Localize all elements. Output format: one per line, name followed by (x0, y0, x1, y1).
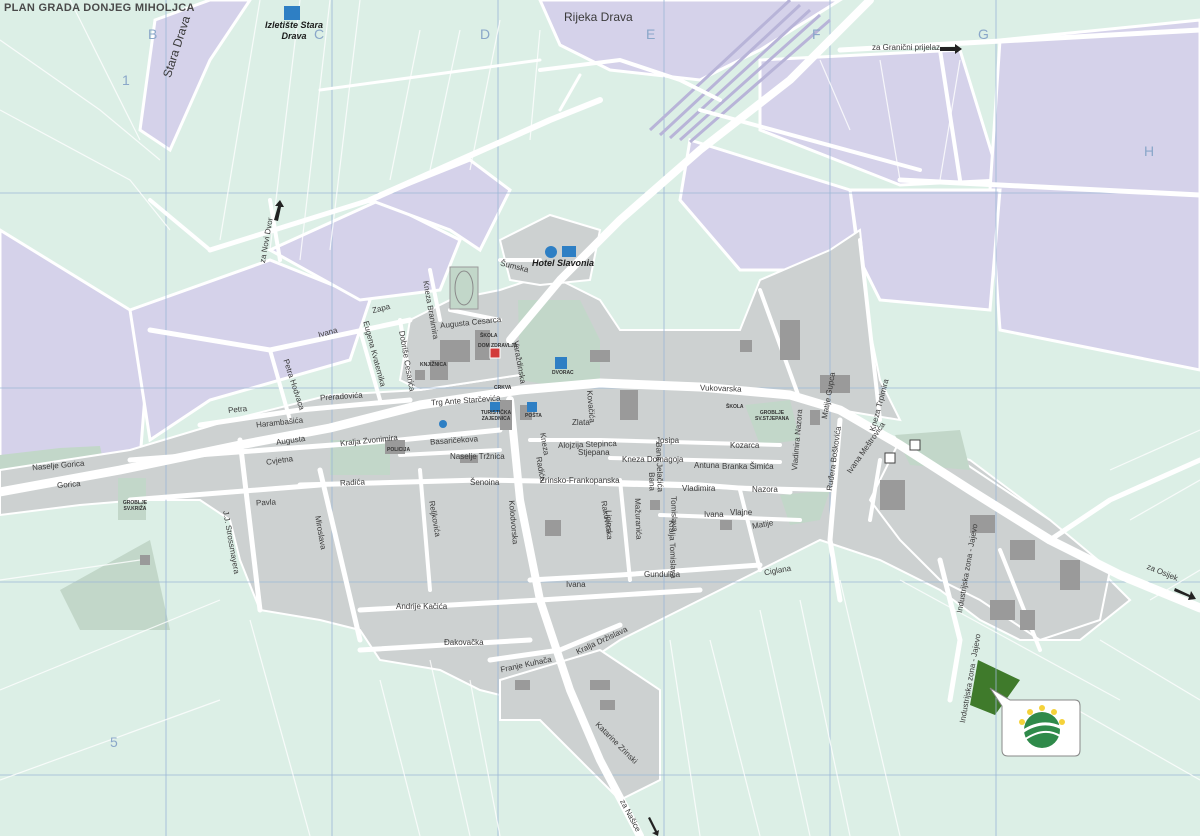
tourist-info-icon (490, 402, 500, 412)
post-icon (527, 402, 537, 412)
station-icon (884, 452, 896, 464)
city-map[interactable]: PLAN GRADA DONJEG MIHOLJCA B C D E F G H… (0, 0, 1200, 836)
castle-icon (555, 357, 567, 369)
health-icon (489, 347, 501, 359)
stadium (449, 266, 479, 310)
hotel-bed-icon (562, 246, 576, 257)
hotel-restaurant-icon (545, 246, 557, 258)
parking-icon (439, 420, 447, 428)
monument-icon (909, 439, 921, 451)
excursion-icon (284, 6, 300, 20)
